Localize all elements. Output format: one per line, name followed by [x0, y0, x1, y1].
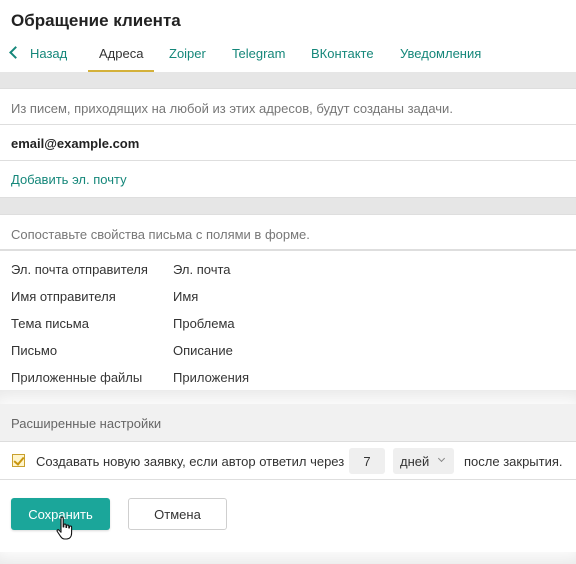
tab-notifications[interactable]: Уведомления	[400, 44, 481, 70]
advanced-settings-title: Расширенные настройки	[11, 416, 162, 431]
mapping-row: Письмо Описание	[0, 343, 576, 361]
tab-addresses[interactable]: Адреса	[88, 44, 155, 72]
name-field-label: Имя	[173, 289, 199, 304]
email-address: email@example.com	[11, 136, 140, 151]
mapping-info-text: Сопоставьте свойства письма с полями в ф…	[11, 227, 310, 242]
email-row[interactable]: email@example.com	[0, 125, 576, 161]
unit-select[interactable]: дней	[393, 448, 454, 474]
mapping-info-row: Сопоставьте свойства письма с полями в ф…	[0, 214, 576, 250]
mapping-row: Приложенные файлы Приложения	[0, 370, 576, 388]
tab-zoiper[interactable]: Zoiper	[169, 44, 206, 70]
mapping-row: Имя отправителя Имя	[0, 289, 576, 307]
reopen-checkbox[interactable]	[12, 454, 25, 467]
subject-property-label: Тема письма	[11, 316, 89, 331]
addresses-info-text: Из писем, приходящих на любой из этих ад…	[11, 101, 453, 116]
email-field-label: Эл. почта	[173, 262, 231, 277]
addresses-info-row: Из писем, приходящих на любой из этих ад…	[0, 88, 576, 125]
tab-telegram[interactable]: Telegram	[232, 44, 285, 70]
reopen-label: Создавать новую заявку, если автор ответ…	[36, 454, 345, 469]
page-title: Обращение клиента	[11, 11, 181, 30]
message-property-label: Письмо	[11, 343, 58, 358]
mapping-table: Эл. почта отправителя Эл. почта Имя отпр…	[0, 250, 576, 390]
hand-cursor-icon	[56, 516, 73, 540]
attachments-field-label: Приложения	[173, 370, 250, 385]
chevron-left-icon	[9, 46, 22, 59]
attachments-property-label: Приложенные файлы	[11, 370, 143, 385]
description-field-label: Описание	[173, 343, 233, 358]
back-label: Назад	[30, 46, 68, 61]
sender-name-property-label: Имя отправителя	[11, 289, 116, 304]
problem-field-label: Проблема	[173, 316, 235, 331]
page-header: Обращение клиента Назад Адреса Zoiper Te…	[0, 0, 576, 72]
email-property-label: Эл. почта отправителя	[11, 262, 148, 277]
chevron-down-icon	[437, 454, 446, 463]
add-email-row: Добавить эл. почту	[0, 161, 576, 198]
days-input[interactable]	[349, 448, 385, 474]
tab-vkontakte[interactable]: ВКонтакте	[311, 44, 374, 70]
mapping-row: Тема письма Проблема	[0, 316, 576, 334]
mapping-row: Эл. почта отправителя Эл. почта	[0, 262, 576, 280]
reopen-setting-row: Создавать новую заявку, если автор ответ…	[0, 442, 576, 480]
back-link[interactable]: Назад	[9, 44, 68, 70]
unit-select-value: дней	[400, 454, 430, 469]
advanced-settings-header: Расширенные настройки	[0, 404, 576, 442]
add-email-link[interactable]: Добавить эл. почту	[11, 172, 127, 187]
after-close-label: после закрытия.	[464, 454, 563, 469]
cancel-button[interactable]: Отмена	[128, 498, 227, 530]
tab-bar: Назад Адреса Zoiper Telegram ВКонтакте У…	[0, 44, 576, 72]
